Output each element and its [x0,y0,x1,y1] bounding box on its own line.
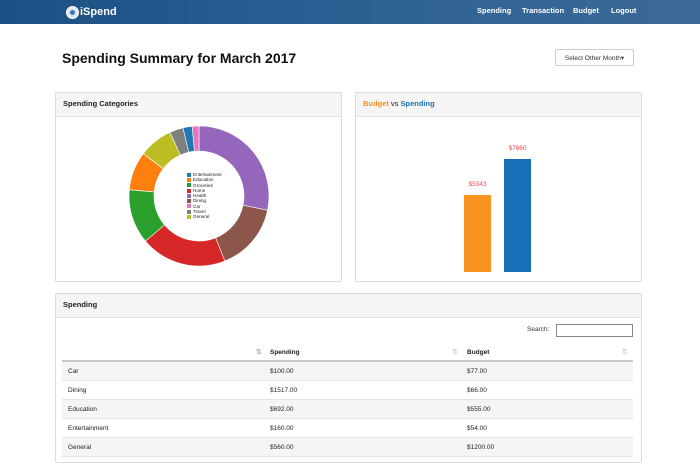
budget-vs-spending-panel: Budget vs Spending $5343 $7860 [355,92,642,282]
brand-name: iSpend [80,6,117,18]
brand[interactable]: iSpend [66,4,117,20]
search-label: Search: [527,326,550,333]
sort-icon[interactable]: ⇅ [256,348,262,356]
nav-link-logout[interactable]: Logout [611,6,636,15]
nav-link-spending[interactable]: Spending [477,6,511,15]
legend-label: General [193,214,210,220]
spending-categories-panel: Spending Categories Entertainment Educati… [55,92,342,282]
panel-title: Spending [56,294,641,318]
table-cell: Entertainment [68,425,109,432]
table-body: Car $100.00 $77.00 Dining $1517.00 $66.00 Educ… [62,362,633,457]
legend-swatch [187,209,191,214]
column-header-budget[interactable]: Budget [467,349,489,356]
spending-table: ⇅ Spending ⇅ Budget ⇅ Car $100.00 $77.00 Di… [62,343,633,457]
donut-slice-dining[interactable] [215,204,268,262]
legend-swatch [187,177,191,182]
table-row[interactable]: Entertainment $160.00 $54.00 [62,419,633,438]
top-navbar: iSpend Spending Transaction Budget Logou… [0,0,700,24]
table-cell: $1517.00 [270,387,298,394]
legend-swatch [187,199,191,204]
bar-spending[interactable] [504,158,531,272]
table-cell: General [68,444,92,451]
table-row[interactable]: Car $100.00 $77.00 [62,362,633,381]
table-cell: $77.00 [467,368,487,375]
table-row[interactable]: Dining $1517.00 $66.00 [62,381,633,400]
title-spending: Spending [400,99,435,108]
table-row[interactable]: General $560.00 $1200.00 [62,438,633,457]
title-vs: vs [388,99,401,108]
table-header: ⇅ Spending ⇅ Budget ⇅ [62,343,633,362]
chart-legend: Entertainment Education Groceries Home Healt… [187,172,222,220]
legend-swatch [187,215,191,220]
table-cell: $692.00 [270,406,294,413]
table-cell: Education [68,406,97,413]
table-cell: Dining [68,387,87,394]
table-cell: $100.00 [270,368,294,375]
page-title: Spending Summary for March 2017 [62,50,297,66]
legend-swatch [187,183,191,188]
panel-title: Budget vs Spending [356,93,641,117]
table-cell: $555.00 [467,406,491,413]
column-header-spending[interactable]: Spending [270,349,300,356]
table-cell: $66.00 [467,387,487,394]
panel-title: Spending Categories [56,93,341,117]
table-cell: $54.00 [467,425,487,432]
title-budget: Budget [363,99,389,108]
nav-link-transaction[interactable]: Transaction [522,6,564,15]
table-cell: $1200.00 [467,444,495,451]
legend-item: General [187,214,222,219]
table-cell: $560.00 [270,444,294,451]
bar-value-label: $7860 [508,144,527,152]
table-cell: $160.00 [270,425,294,432]
sort-icon[interactable]: ⇅ [622,348,628,356]
legend-swatch [187,188,191,193]
legend-swatch [187,172,191,177]
legend-swatch [187,193,191,198]
legend-swatch [187,204,191,209]
table-row[interactable]: Education $692.00 $555.00 [62,400,633,419]
logo-icon [66,5,79,19]
bar-budget[interactable] [464,194,491,272]
bar-value-label: $5343 [468,180,487,188]
sort-icon[interactable]: ⇅ [452,348,458,356]
select-month-button[interactable]: Select Other Month▾ [555,49,634,66]
table-cell: Car [68,368,79,375]
search-input[interactable] [556,324,633,337]
nav-link-budget[interactable]: Budget [573,6,599,15]
